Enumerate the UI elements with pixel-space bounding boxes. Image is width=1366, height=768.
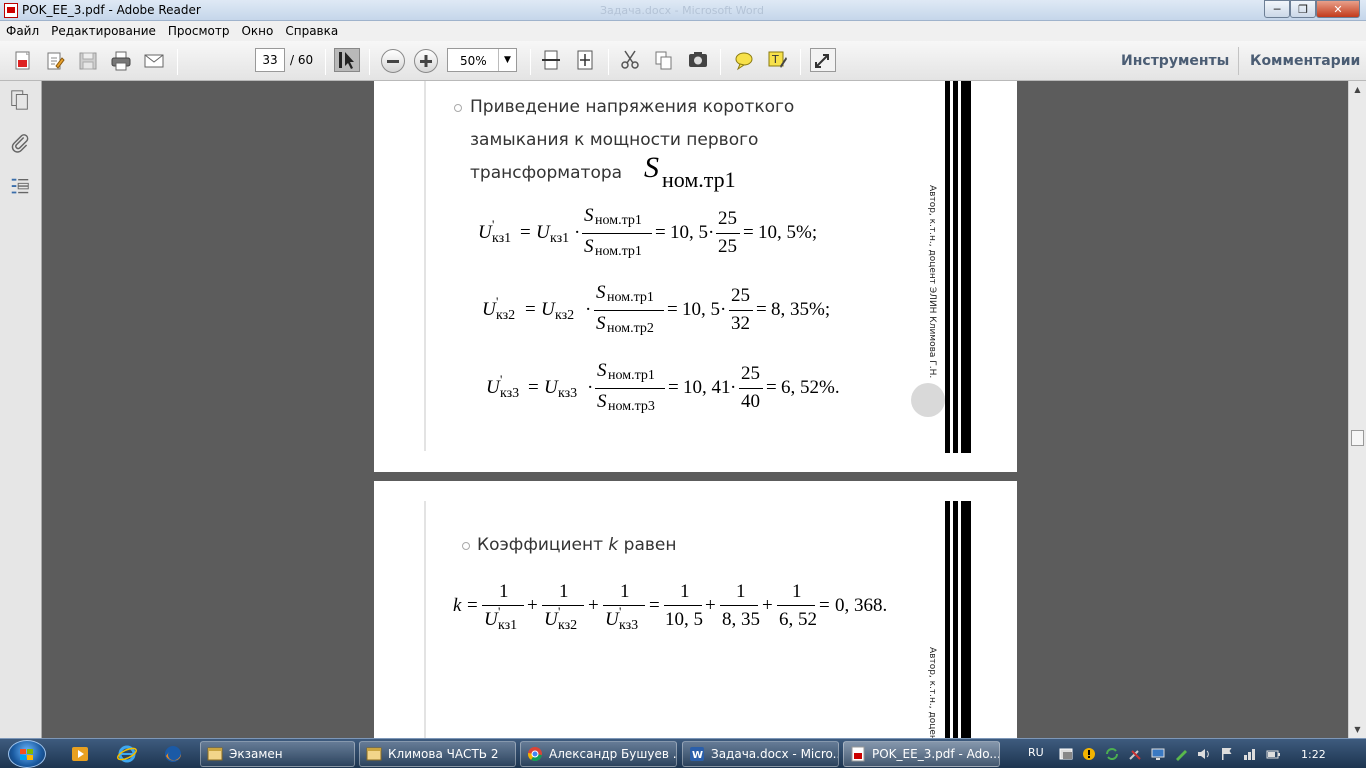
window-title: POK_EE_3.pdf - Adobe Reader xyxy=(22,3,201,17)
chevron-down-icon[interactable]: ▼ xyxy=(498,49,516,71)
page-number-input[interactable]: 33 xyxy=(255,48,285,72)
adobe-reader-icon xyxy=(4,3,18,18)
taskbar-item-chrome[interactable]: Александр Бушуев ... xyxy=(520,741,677,767)
tray-tools-icon[interactable] xyxy=(1127,746,1143,762)
save-icon[interactable] xyxy=(75,49,101,73)
vertical-scrollbar[interactable]: ▲ ▼ xyxy=(1348,81,1366,738)
select-tool-icon[interactable] xyxy=(334,48,360,72)
zoom-out-icon[interactable] xyxy=(381,49,405,73)
media-player-icon[interactable] xyxy=(70,744,90,764)
tray-pen-icon[interactable] xyxy=(1173,746,1189,762)
clock[interactable]: 1:22 xyxy=(1301,748,1326,761)
layers-icon[interactable] xyxy=(8,175,32,199)
firefox-icon[interactable] xyxy=(163,744,183,764)
symbol-s: S xyxy=(644,151,659,184)
tray-alert-icon[interactable] xyxy=(1081,746,1097,762)
start-button[interactable] xyxy=(8,740,46,768)
menu-file[interactable]: Файл xyxy=(0,21,45,41)
pdf-page-33: Автор, к.т.н., доцент ЭЛИН Климова Г.Н. … xyxy=(374,81,1017,472)
minimize-button[interactable]: ─ xyxy=(1264,0,1290,18)
flag-icon[interactable] xyxy=(1219,746,1235,762)
power-icon[interactable] xyxy=(1265,746,1281,762)
menu-bar: Файл Редактирование Просмотр Окно Справк… xyxy=(0,21,1366,41)
scroll-thumb[interactable] xyxy=(1351,430,1364,446)
tray-monitor-icon[interactable] xyxy=(1150,746,1166,762)
volume-icon[interactable] xyxy=(1196,746,1212,762)
attachments-icon[interactable] xyxy=(8,131,32,155)
edit-document-icon[interactable] xyxy=(42,49,68,73)
taskbar-item-adobe-reader[interactable]: POK_EE_3.pdf - Ado... xyxy=(843,741,1000,767)
menu-edit[interactable]: Редактирование xyxy=(45,21,162,41)
zoom-value: 50% xyxy=(460,54,487,68)
tray-sync-icon[interactable] xyxy=(1104,746,1120,762)
fit-page-icon[interactable] xyxy=(572,48,598,72)
page-total-label: / 60 xyxy=(290,53,314,67)
scroll-down-icon[interactable]: ▼ xyxy=(1349,721,1366,738)
paragraph-line-2: замыкания к мощности первого xyxy=(470,130,759,150)
menu-view[interactable]: Просмотр xyxy=(162,21,236,41)
fit-width-icon[interactable] xyxy=(538,48,564,72)
svg-text:T: T xyxy=(771,53,779,66)
taskbar-item-exam[interactable]: Экзамен xyxy=(200,741,355,767)
snapshot-icon[interactable] xyxy=(685,48,711,72)
comment-icon[interactable] xyxy=(731,48,757,72)
highlight-icon[interactable]: T xyxy=(764,48,790,72)
title-bar: POK_EE_3.pdf - Adobe Reader Задача.docx … xyxy=(0,0,1366,21)
scroll-indicator-dot xyxy=(911,383,945,417)
taskbar: Экзамен Климова ЧАСТЬ 2 Александр Бушуев… xyxy=(0,738,1366,768)
scroll-up-icon[interactable]: ▲ xyxy=(1349,81,1366,98)
copy-icon[interactable] xyxy=(651,48,677,72)
bullet xyxy=(454,104,462,112)
symbol-s-subscript: ном.тр1 xyxy=(662,167,736,192)
print-icon[interactable] xyxy=(108,49,134,73)
comments-panel-button[interactable]: Комментарии xyxy=(1250,53,1360,69)
paragraph-line-3: трансформатора xyxy=(470,163,623,183)
email-icon[interactable] xyxy=(141,49,167,73)
tray-window-icon[interactable] xyxy=(1058,746,1074,762)
menu-window[interactable]: Окно xyxy=(235,21,279,41)
internet-explorer-icon[interactable] xyxy=(117,744,137,764)
tools-panel-button[interactable]: Инструменты xyxy=(1121,53,1229,69)
zoom-select[interactable]: 50% ▼ xyxy=(447,48,517,72)
taskbar-item-klimova[interactable]: Климова ЧАСТЬ 2 xyxy=(359,741,516,767)
pdf-page-34: Автор, к.т.н., доцент Коэффициент k раве… xyxy=(374,481,1017,738)
system-tray xyxy=(1058,746,1281,762)
document-view[interactable]: Автор, к.т.н., доцент ЭЛИН Климова Г.Н. … xyxy=(42,81,1348,738)
taskbar-item-word[interactable]: W Задача.docx - Micro... xyxy=(682,741,839,767)
navigation-panel xyxy=(0,81,42,738)
network-icon[interactable] xyxy=(1242,746,1258,762)
paragraph-line-1: Приведение напряжения короткого xyxy=(470,97,795,117)
cut-icon[interactable] xyxy=(617,48,643,72)
language-indicator[interactable]: RU xyxy=(1028,746,1044,759)
zoom-in-icon[interactable] xyxy=(414,49,438,73)
create-pdf-icon[interactable] xyxy=(10,49,36,73)
fullscreen-icon[interactable] xyxy=(810,48,836,72)
background-window-title: Задача.docx - Microsoft Word xyxy=(600,4,764,17)
bullet xyxy=(462,542,470,550)
author-side-text: Автор, к.т.н., доцент xyxy=(927,647,937,738)
menu-help[interactable]: Справка xyxy=(279,21,344,41)
svg-text:W: W xyxy=(692,750,703,761)
author-side-text: Автор, к.т.н., доцент ЭЛИН Климова Г.Н. xyxy=(927,185,937,379)
page-thumbnails-icon[interactable] xyxy=(8,88,32,112)
restore-button[interactable]: ❐ xyxy=(1290,0,1316,18)
close-button[interactable]: ✕ xyxy=(1316,0,1360,18)
paragraph-k: Коэффициент k равен xyxy=(477,535,677,555)
